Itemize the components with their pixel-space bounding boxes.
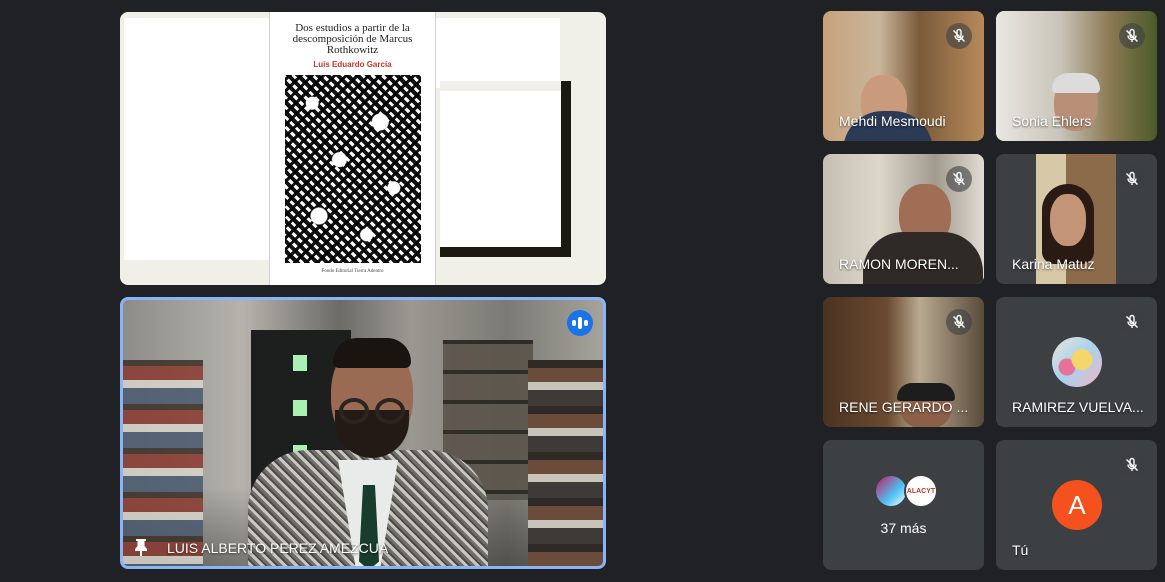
speaker-name: LUIS ALBERTO PEREZ AMEZCUA — [167, 540, 389, 556]
participant-tile[interactable]: Karina Matuz — [996, 154, 1157, 284]
slide-background-right — [436, 18, 560, 88]
mic-off-icon — [946, 166, 972, 192]
presentation-tile[interactable]: Dos estudios a partir de la descomposici… — [120, 12, 606, 285]
participant-name: Tú — [1012, 542, 1029, 558]
mic-off-icon — [1119, 452, 1145, 478]
participant-name: RAMON MOREN... — [839, 256, 959, 272]
participant-tile[interactable]: RENE GERARDO ... — [823, 297, 984, 427]
participant-name: Mehdi Mesmoudi — [839, 113, 946, 129]
bookshelf — [528, 360, 603, 566]
participant-name: Sonia Ehlers — [1012, 113, 1092, 129]
mic-off-icon — [1119, 166, 1145, 192]
mic-off-icon — [1119, 23, 1145, 49]
avatar — [874, 474, 908, 508]
self-tile[interactable]: A Tú — [996, 440, 1157, 570]
mic-off-icon — [1119, 309, 1145, 335]
self-avatar: A — [1052, 480, 1102, 530]
book-author: Luis Eduardo García — [313, 60, 392, 69]
speaking-indicator-icon — [567, 310, 593, 336]
book-cover-art — [284, 75, 421, 263]
mic-off-icon — [946, 23, 972, 49]
speaker-tile[interactable]: LUIS ALBERTO PEREZ AMEZCUA — [120, 297, 606, 569]
book-cover: Dos estudios a partir de la descomposici… — [269, 12, 436, 285]
participant-name: RENE GERARDO ... — [839, 399, 969, 415]
book-title: Dos estudios a partir de la descomposici… — [292, 22, 413, 56]
participant-tile[interactable]: Sonia Ehlers — [996, 11, 1157, 141]
participant-tile[interactable]: Mehdi Mesmoudi — [823, 11, 984, 141]
slide-background-left — [124, 18, 269, 260]
avatar — [1052, 337, 1102, 387]
more-participants-tile[interactable]: ALACYT 37 más — [823, 440, 984, 570]
pin-icon[interactable] — [133, 538, 149, 556]
book-publisher: Fondo Editorial Tierra Adentro — [321, 269, 384, 274]
participant-name: Karina Matuz — [1012, 256, 1095, 272]
more-participants-count: 37 más — [880, 520, 927, 536]
participant-name: RAMIREZ VUELVA... — [1012, 399, 1144, 415]
mic-off-icon — [946, 309, 972, 335]
more-avatars: ALACYT — [874, 474, 938, 508]
avatar: ALACYT — [904, 474, 938, 508]
slide-frame — [440, 81, 571, 257]
participant-tile[interactable]: RAMIREZ VUELVA... — [996, 297, 1157, 427]
participant-tile[interactable]: RAMON MOREN... — [823, 154, 984, 284]
